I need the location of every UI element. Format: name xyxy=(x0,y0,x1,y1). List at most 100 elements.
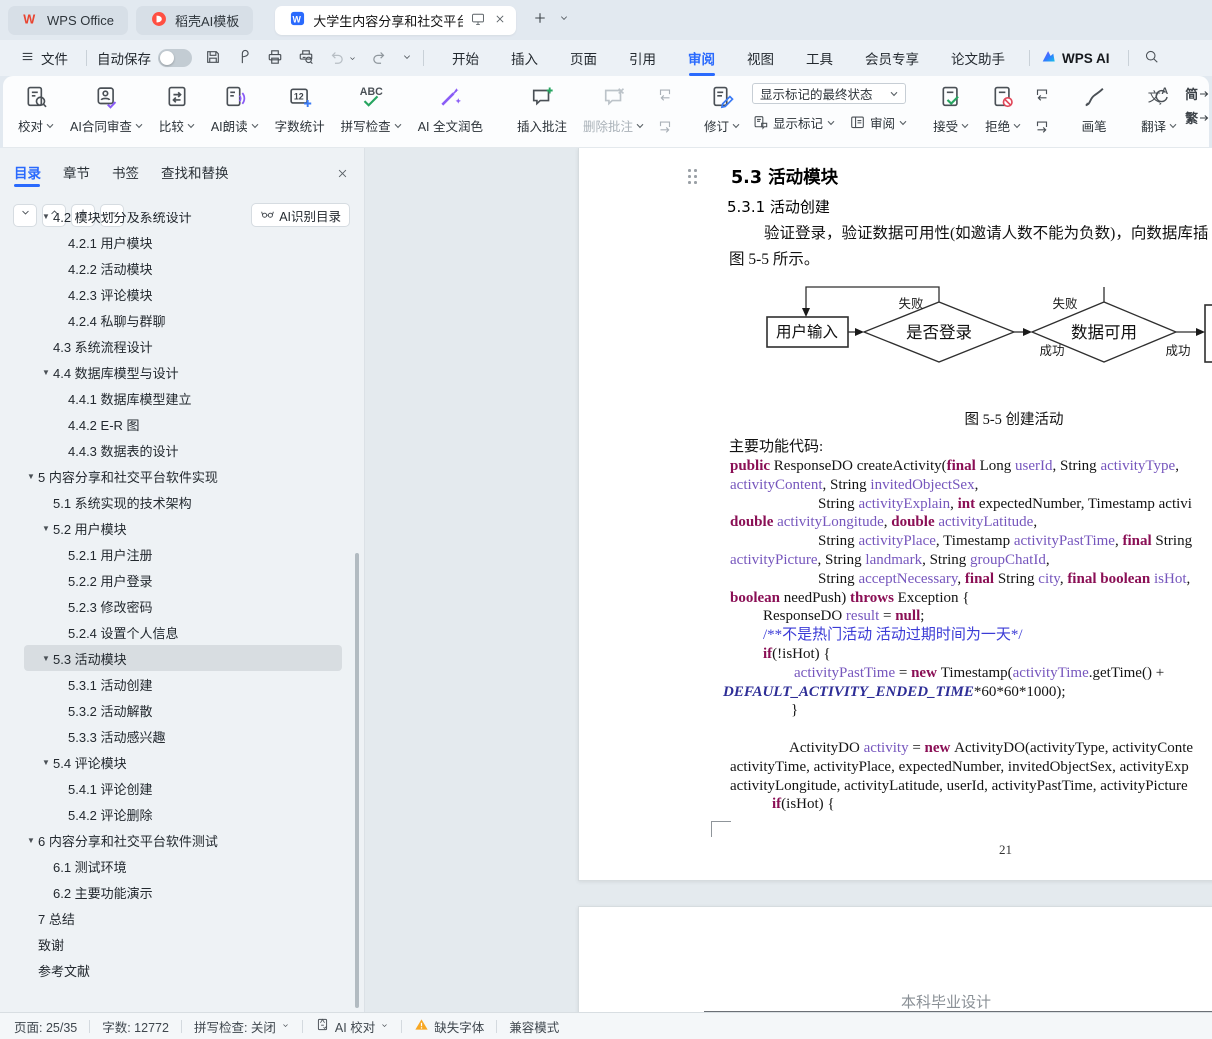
word-count-button[interactable]: 12字数统计 xyxy=(267,83,333,136)
toc-collapse-arrow-icon[interactable]: ▼ xyxy=(24,836,38,845)
wps-ai-button[interactable]: WPS AI xyxy=(1040,48,1110,68)
toc-item[interactable]: ▼4.2 模块划分及系统设计 xyxy=(24,212,342,229)
markup-state-dropdown[interactable]: 显示标记的最终状态 xyxy=(752,83,906,104)
traditional-to-simplified-button[interactable]: 繁转简 xyxy=(1185,108,1209,127)
show-markup-button[interactable]: 显示标记 xyxy=(752,113,835,132)
sidebar-tab-查找和替换[interactable]: 查找和替换 xyxy=(161,162,229,187)
simplified-to-traditional-button[interactable]: 简转繁 xyxy=(1185,84,1209,103)
toc-item[interactable]: 7 总结 xyxy=(24,905,342,931)
toc-item[interactable]: ▼5.3 活动模块 xyxy=(24,645,342,671)
ai-contract-review-button[interactable]: AI合同审查 xyxy=(62,83,151,136)
toc-item[interactable]: 5.3.3 活动感兴趣 xyxy=(24,723,342,749)
ai-proofread-status[interactable]: AI 校对 xyxy=(315,1017,389,1036)
menu-tab-页面[interactable]: 页面 xyxy=(568,42,599,74)
toc-item[interactable]: 4.2.3 评论模块 xyxy=(24,281,342,307)
toolbar-more-chevron-icon[interactable] xyxy=(401,51,413,66)
toc-item[interactable]: 5.4.2 评论删除 xyxy=(24,801,342,827)
tab-docer-templates[interactable]: 稻壳AI模板 xyxy=(136,6,253,35)
ai-polish-button[interactable]: AI 全文润色 xyxy=(410,83,491,136)
toc-item[interactable]: 6.1 测试环境 xyxy=(24,853,342,879)
toc-item[interactable]: ▼6 内容分享和社交平台软件测试 xyxy=(24,827,342,853)
menu-tab-插入[interactable]: 插入 xyxy=(509,42,540,74)
compare-button[interactable]: 比较 xyxy=(151,83,203,136)
toc-collapse-arrow-icon[interactable]: ▼ xyxy=(39,654,53,663)
menu-tab-会员专享[interactable]: 会员专享 xyxy=(863,42,921,74)
document-page-21[interactable]: 5.3 活动模块 5.3.1 活动创建 验证登录，验证数据可用性(如邀请人数不能… xyxy=(578,148,1212,881)
delete-comment-button[interactable]: 删除批注 xyxy=(575,83,652,136)
spell-check-button[interactable]: ABC拼写检查 xyxy=(333,83,410,136)
tab-wps-office[interactable]: W WPS Office xyxy=(8,6,128,35)
toc-item[interactable]: 5.3.1 活动创建 xyxy=(24,671,342,697)
autosave-toggle[interactable] xyxy=(158,49,192,67)
screen-share-icon[interactable] xyxy=(470,11,486,30)
prev-comment-button[interactable] xyxy=(656,86,674,109)
tab-document[interactable]: W 大学生内容分享和社交平台的 xyxy=(275,6,516,35)
sidebar-scrollbar[interactable] xyxy=(355,553,359,1008)
next-change-button[interactable] xyxy=(1033,118,1051,141)
toc-item[interactable]: 5.2.3 修改密码 xyxy=(24,593,342,619)
proofread-button[interactable]: 校对 xyxy=(10,83,62,136)
sidebar-tab-书签[interactable]: 书签 xyxy=(112,162,139,187)
toc-item[interactable]: 致谢 xyxy=(24,931,342,957)
accept-change-button[interactable]: 接受 xyxy=(925,83,977,136)
menu-tab-视图[interactable]: 视图 xyxy=(745,42,776,74)
next-comment-button[interactable] xyxy=(656,118,674,141)
toc-item[interactable]: 4.2.2 活动模块 xyxy=(24,255,342,281)
search-icon[interactable] xyxy=(1143,48,1160,68)
spell-check-status[interactable]: 拼写检查: 关闭 xyxy=(194,1017,290,1036)
menu-tab-开始[interactable]: 开始 xyxy=(450,42,481,74)
file-menu-button[interactable]: 文件 xyxy=(12,44,76,72)
ai-read-aloud-button[interactable]: AI朗读 xyxy=(203,83,267,136)
toc-item[interactable]: ▼5.2 用户模块 xyxy=(24,515,342,541)
toc-collapse-arrow-icon[interactable]: ▼ xyxy=(24,472,38,481)
toc-item[interactable]: 5.2.2 用户登录 xyxy=(24,567,342,593)
menu-tab-审阅[interactable]: 审阅 xyxy=(686,42,717,74)
reject-change-button[interactable]: 拒绝 xyxy=(977,83,1029,136)
reviewing-pane-button[interactable]: 审阅 xyxy=(849,113,907,132)
document-page-22[interactable]: 本科毕业设计 xyxy=(578,906,1212,1012)
ink-pen-button[interactable]: 画笔 xyxy=(1073,83,1115,136)
toc-item[interactable]: 4.2.1 用户模块 xyxy=(24,229,342,255)
paragraph-drag-handle-icon[interactable] xyxy=(688,169,697,184)
toc-item[interactable]: 5.1 系统实现的技术架构 xyxy=(24,489,342,515)
tab-list-chevron-icon[interactable] xyxy=(558,11,570,29)
prev-change-button[interactable] xyxy=(1033,86,1051,109)
toc-item[interactable]: ▼5 内容分享和社交平台软件实现 xyxy=(24,463,342,489)
toc-item[interactable]: 参考文献 xyxy=(24,957,342,983)
export-pdf-button[interactable] xyxy=(235,48,253,69)
print-button[interactable] xyxy=(266,48,284,69)
toc-item[interactable]: 4.4.2 E-R 图 xyxy=(24,411,342,437)
toc-item[interactable]: 5.2.1 用户注册 xyxy=(24,541,342,567)
redo-button[interactable] xyxy=(370,48,388,69)
toc-item[interactable]: 4.4.3 数据表的设计 xyxy=(24,437,342,463)
toc-item[interactable]: ▼5.4 评论模块 xyxy=(24,749,342,775)
toc-item[interactable]: 5.4.1 评论创建 xyxy=(24,775,342,801)
new-tab-icon[interactable] xyxy=(532,10,548,31)
toc-collapse-arrow-icon[interactable]: ▼ xyxy=(39,758,53,767)
save-button[interactable] xyxy=(204,48,222,69)
menu-tab-工具[interactable]: 工具 xyxy=(804,42,835,74)
sidebar-tab-目录[interactable]: 目录 xyxy=(14,162,41,187)
page-indicator[interactable]: 页面: 25/35 xyxy=(14,1017,77,1036)
menu-tab-论文助手[interactable]: 论文助手 xyxy=(949,42,1007,74)
word-count-indicator[interactable]: 字数: 12772 xyxy=(102,1017,169,1036)
toc-item[interactable]: 4.4.1 数据库模型建立 xyxy=(24,385,342,411)
toc-item[interactable]: 5.2.4 设置个人信息 xyxy=(24,619,342,645)
toc-item[interactable]: 4.2.4 私聊与群聊 xyxy=(24,307,342,333)
toc-item[interactable]: 6.2 主要功能演示 xyxy=(24,879,342,905)
toc-item[interactable]: 4.3 系统流程设计 xyxy=(24,333,342,359)
toc-item[interactable]: 5.3.2 活动解散 xyxy=(24,697,342,723)
close-tab-icon[interactable] xyxy=(493,12,507,29)
close-sidebar-button[interactable] xyxy=(335,166,350,184)
track-changes-button[interactable]: 修订 xyxy=(696,83,748,136)
insert-comment-button[interactable]: 插入批注 xyxy=(509,83,575,136)
toc-collapse-arrow-icon[interactable]: ▼ xyxy=(39,524,53,533)
toc-collapse-arrow-icon[interactable]: ▼ xyxy=(39,212,53,221)
print-preview-button[interactable] xyxy=(297,48,315,69)
missing-font-warning[interactable]: 缺失字体 xyxy=(414,1017,484,1036)
undo-button[interactable] xyxy=(328,48,357,69)
toc-item[interactable]: ▼4.4 数据库模型与设计 xyxy=(24,359,342,385)
menu-tab-引用[interactable]: 引用 xyxy=(627,42,658,74)
toc-collapse-arrow-icon[interactable]: ▼ xyxy=(39,368,53,377)
translate-button[interactable]: 文A翻译 xyxy=(1133,83,1185,136)
